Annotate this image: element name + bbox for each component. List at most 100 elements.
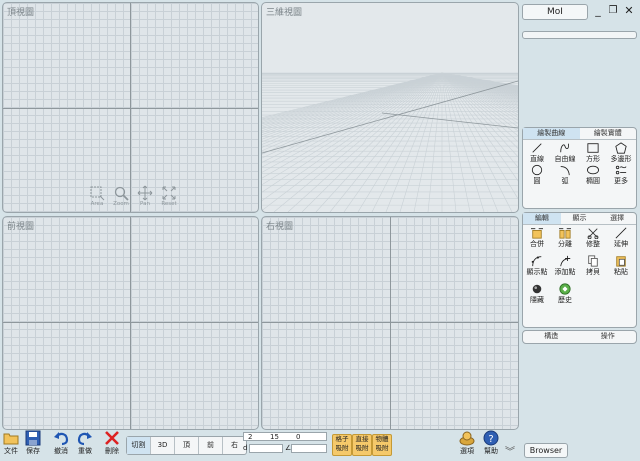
nav-pan[interactable]: Pan — [135, 185, 155, 207]
help-label: 幫助 — [484, 447, 498, 455]
app-title: MoI — [522, 4, 588, 20]
undo-label: 撤消 — [54, 447, 68, 455]
close-button[interactable]: ✕ — [623, 4, 635, 18]
xyz-field[interactable]: 2 15 0 — [243, 432, 327, 441]
file-button[interactable]: 文件 — [0, 430, 22, 456]
zoom-icon — [114, 186, 129, 201]
tool-label: 歷史 — [558, 296, 572, 304]
tool-extend[interactable]: 延伸 — [607, 227, 635, 249]
minimize-button[interactable]: _ — [592, 4, 604, 18]
view-3d[interactable]: 3D — [151, 437, 175, 454]
tool-ellipse[interactable]: 橢圓 — [579, 164, 607, 186]
undo-button[interactable]: 撤消 — [50, 430, 72, 456]
coord-z: 0 — [296, 433, 301, 441]
tool-trim[interactable]: 修整 — [579, 227, 607, 249]
tool-circle[interactable]: 圓 — [523, 164, 551, 186]
tab-edit[interactable]: 編輯 — [523, 213, 561, 224]
help-button[interactable]: ? 幫助 — [480, 430, 502, 456]
nav-zoom[interactable]: Zoom — [111, 185, 131, 207]
view-top[interactable]: 頂 — [175, 437, 199, 454]
tool-label: 合併 — [530, 240, 544, 248]
tool-label: 更多 — [614, 177, 628, 185]
options-icon — [459, 431, 475, 446]
tool-paste[interactable]: 粘貼 — [607, 255, 635, 277]
tab-draw-curve[interactable]: 繪製曲線 — [523, 128, 580, 139]
nav-reset[interactable]: Reset — [159, 185, 179, 207]
redo-label: 重做 — [78, 447, 92, 455]
tool-arc[interactable]: 弧 — [551, 164, 579, 186]
tab-draw-solid[interactable]: 繪製實體 — [580, 128, 637, 139]
tool-copy[interactable]: 拷貝 — [579, 255, 607, 277]
viewport-top[interactable]: 頂視圖 Area Zoom Pan Reset — [2, 2, 259, 213]
viewport-3d[interactable]: 三維視圖 — [261, 2, 519, 213]
viewport-front[interactable]: 前視圖 — [2, 216, 259, 430]
tool-polygon[interactable]: 多邊形 — [607, 142, 635, 164]
options-button[interactable]: 選項 — [456, 430, 478, 456]
nav-label: Area — [90, 201, 104, 207]
tool-show-points[interactable]: 顯示點 — [523, 255, 551, 277]
save-button[interactable]: 保存 — [22, 430, 44, 456]
tool-line[interactable]: 直線 — [523, 142, 551, 164]
redo-button[interactable]: 重做 — [74, 430, 96, 456]
delete-icon — [105, 431, 119, 445]
tool-label: 隱藏 — [530, 296, 544, 304]
draw-panel: 繪製曲線 繪製實體 直線 自由線 方形 多邊形 圓 弧 橢圓 更多 — [522, 127, 637, 209]
join-icon — [531, 228, 543, 239]
tool-more[interactable]: 更多 — [607, 164, 635, 186]
grid-snap-toggle[interactable]: 格子 吸附 — [332, 434, 352, 456]
tool-label: 粘貼 — [614, 268, 628, 276]
tab-construct[interactable]: 構造 — [523, 331, 580, 342]
tool-label: 圓 — [533, 177, 541, 185]
extend-icon — [615, 227, 627, 239]
coord-x: 2 — [248, 433, 253, 441]
nav-area[interactable]: Area — [87, 185, 107, 207]
tool-add-point[interactable]: 添加點 — [551, 255, 579, 277]
tool-history[interactable]: 歷史 — [551, 283, 579, 305]
tab-transform[interactable]: 操作 — [580, 331, 637, 342]
save-icon — [25, 430, 41, 446]
restore-button[interactable]: ❐ — [607, 4, 619, 18]
svg-text:?: ? — [488, 434, 493, 445]
straight-snap-toggle[interactable]: 直接 吸附 — [352, 434, 372, 456]
object-snap-toggle[interactable]: 物體 吸附 — [372, 434, 392, 456]
viewport-title[interactable]: 前視圖 — [7, 219, 34, 232]
view-split[interactable]: 切割 — [127, 437, 151, 454]
view-nav-tools: Area Zoom Pan Reset — [87, 185, 179, 207]
command-progress-bar — [522, 31, 637, 39]
copy-icon — [588, 255, 598, 267]
tool-rectangle[interactable]: 方形 — [579, 142, 607, 164]
tool-label: 修整 — [586, 240, 600, 248]
expand-chevron-icon[interactable]: ︾ — [505, 443, 515, 458]
tool-label: 弧 — [561, 177, 569, 185]
tool-join[interactable]: 合併 — [523, 227, 551, 249]
tool-hide[interactable]: 隱藏 — [523, 283, 551, 305]
viewport-right[interactable]: 右視圖 — [261, 216, 519, 430]
undo-icon — [54, 432, 69, 446]
tool-separate[interactable]: 分離 — [551, 227, 579, 249]
nav-label: Reset — [161, 201, 177, 207]
view-front[interactable]: 前 — [199, 437, 223, 454]
tool-label: 自由線 — [554, 155, 576, 163]
tool-label: 延伸 — [614, 240, 628, 248]
z-axis — [130, 217, 131, 429]
tool-label: 分離 — [558, 240, 572, 248]
distance-field[interactable] — [249, 444, 283, 453]
viewport-title[interactable]: 頂視圖 — [7, 5, 34, 18]
delete-button[interactable]: 刪除 — [101, 430, 123, 456]
line-icon — [532, 143, 542, 153]
nav-label: Zoom — [113, 201, 129, 207]
tab-select[interactable]: 選擇 — [598, 213, 636, 224]
delete-label: 刪除 — [105, 447, 119, 455]
rectangle-icon — [587, 143, 599, 153]
viewport-title[interactable]: 三維視圖 — [266, 5, 302, 18]
coord-y: 15 — [270, 433, 279, 441]
angle-field[interactable] — [291, 444, 327, 453]
add-point-icon — [560, 255, 571, 267]
z-axis — [390, 217, 391, 429]
tool-freeform[interactable]: 自由線 — [551, 142, 579, 164]
viewport-title[interactable]: 右視圖 — [266, 219, 293, 232]
options-label: 選項 — [460, 447, 474, 455]
browser-button[interactable]: Browser — [524, 443, 568, 458]
tab-show[interactable]: 顯示 — [561, 213, 599, 224]
circle-icon — [531, 164, 543, 176]
